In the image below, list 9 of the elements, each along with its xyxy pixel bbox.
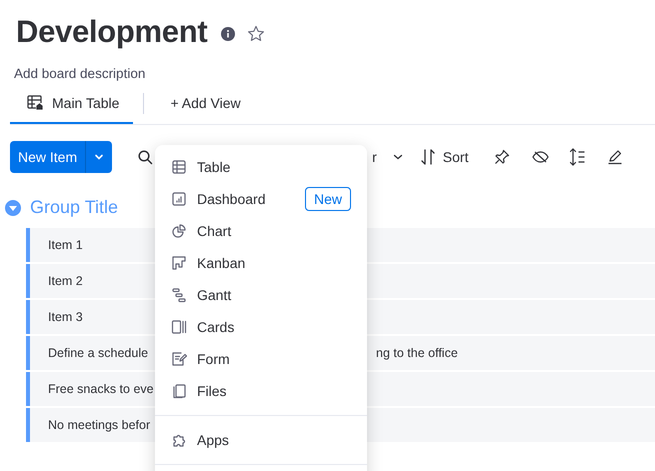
new-badge: New <box>304 187 351 211</box>
item-name: No meetings befor <box>48 418 150 432</box>
item-name: Item 3 <box>48 310 83 324</box>
item-name: ng to the office <box>376 346 458 360</box>
item-name: Free snacks to eve <box>48 382 154 396</box>
board-title: Development <box>16 14 208 50</box>
item-name: Item 1 <box>48 238 83 252</box>
item-name: Item 2 <box>48 274 83 288</box>
item-name: Define a schedule <box>48 346 148 360</box>
